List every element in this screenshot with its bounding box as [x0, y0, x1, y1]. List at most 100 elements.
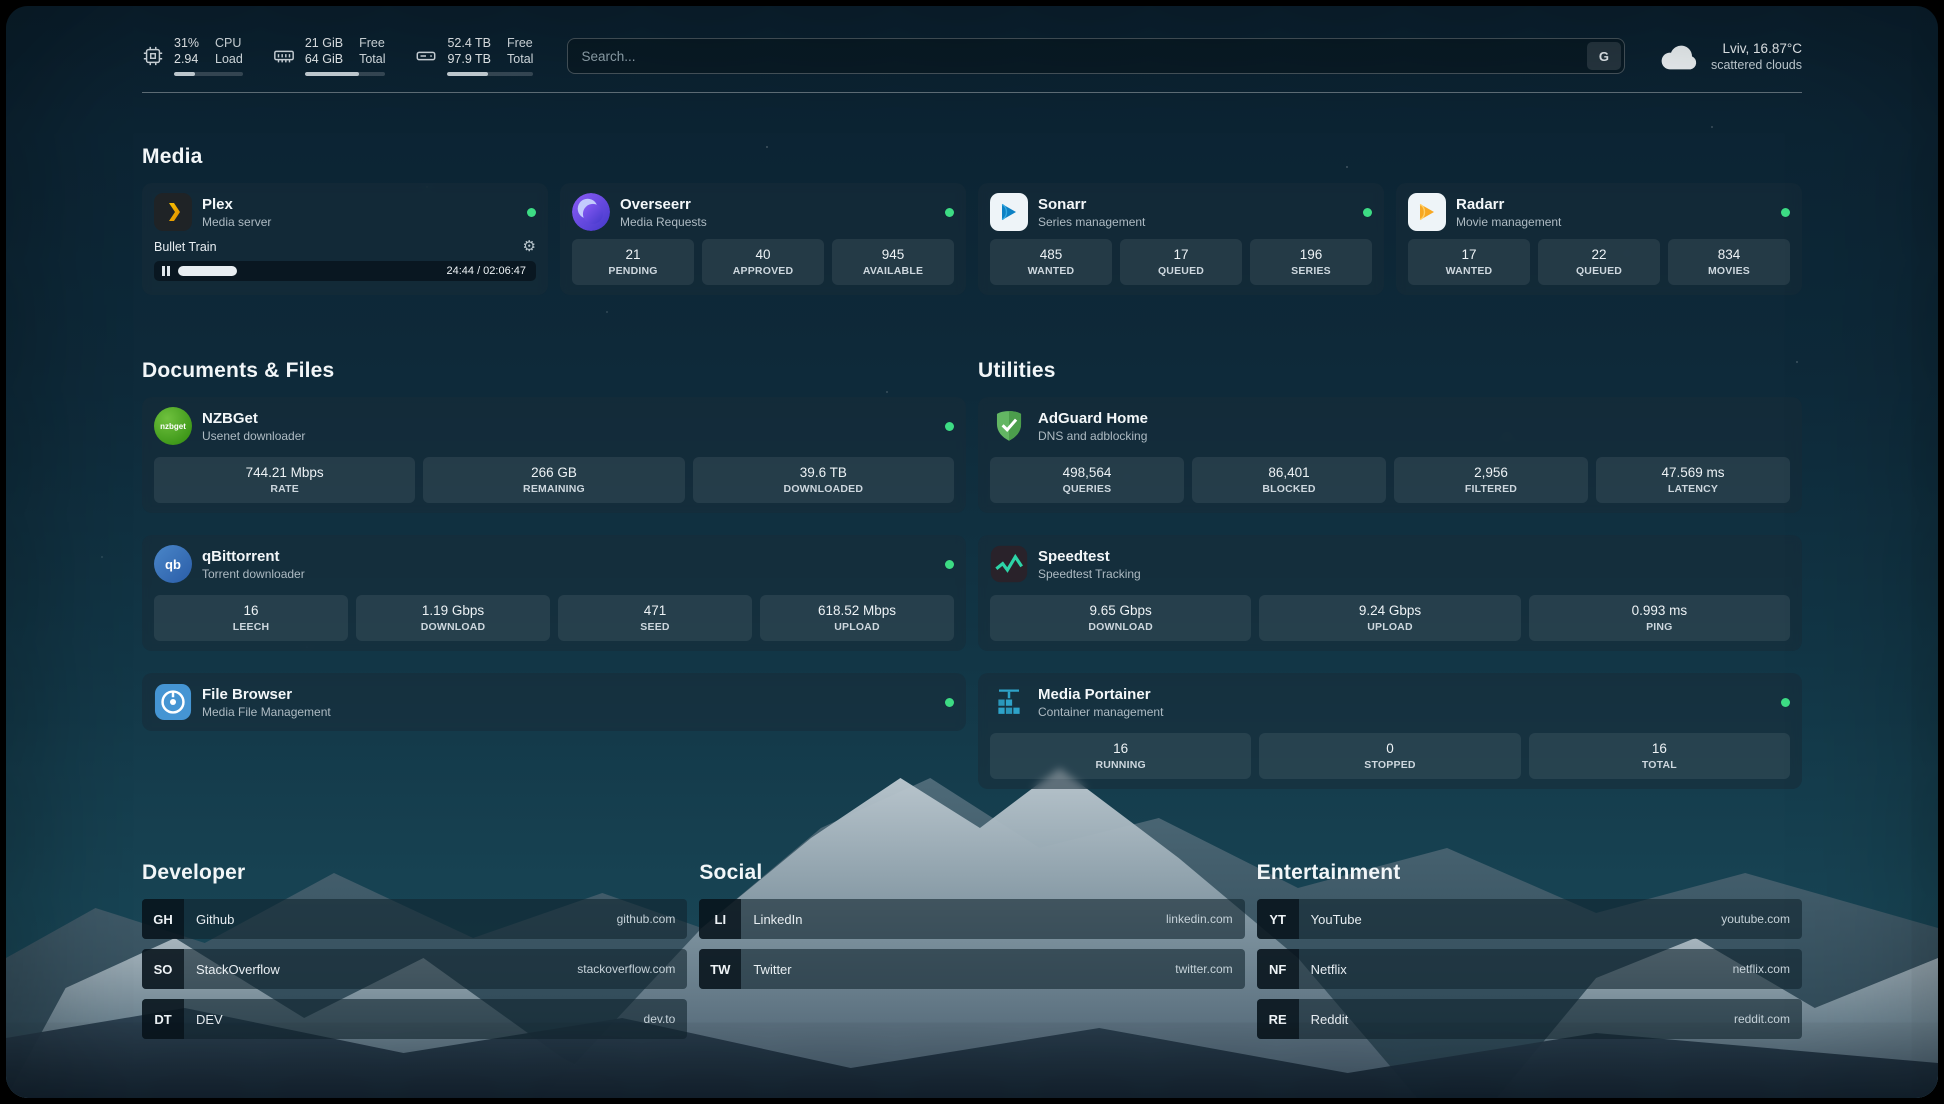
utilities-heading: Utilities [978, 359, 1802, 383]
stat-rate: 744.21 MbpsRATE [154, 457, 415, 503]
stat-leech: 16LEECH [154, 595, 348, 641]
qbittorrent-subtitle: Torrent downloader [202, 567, 305, 581]
speedtest-title: Speedtest [1038, 548, 1141, 565]
adguard-title: AdGuard Home [1038, 410, 1148, 427]
bookmark-name: DEV [196, 1012, 223, 1027]
media-heading: Media [142, 145, 1802, 169]
sonarr-card[interactable]: Sonarr Series management 485WANTED17QUEU… [978, 183, 1384, 295]
system-widgets: 31% 2.94 CPU Load [142, 36, 533, 76]
bookmark-abbr: LI [699, 899, 741, 939]
bookmark-youtube[interactable]: YTYouTubeyoutube.com [1257, 899, 1802, 939]
bookmark-url: dev.to [644, 1012, 676, 1026]
memory-progress-bar [305, 72, 386, 76]
memory-label-top: Free [359, 36, 385, 52]
cloud-icon [1659, 41, 1699, 71]
adguard-stats: 498,564QUERIES86,401BLOCKED2,956FILTERED… [990, 457, 1790, 503]
plex-card[interactable]: Plex Media server Bullet Train ⚙ 24:44 /… [142, 183, 548, 295]
filebrowser-subtitle: Media File Management [202, 705, 331, 719]
bookmark-name: StackOverflow [196, 962, 280, 977]
bookmark-abbr: YT [1257, 899, 1299, 939]
documents-section: Documents & Files nzbget NZBGet Usenet d… [142, 359, 966, 789]
social-group: Social LILinkedInlinkedin.comTWTwittertw… [699, 861, 1244, 1039]
radarr-subtitle: Movie management [1456, 215, 1561, 229]
stat-total: 16TOTAL [1529, 733, 1790, 779]
stat-wanted: 485WANTED [990, 239, 1112, 285]
adguard-card[interactable]: AdGuard Home DNS and adblocking 498,564Q… [978, 397, 1802, 513]
now-playing-title: Bullet Train [154, 240, 217, 254]
playback-time: 24:44 / 02:06:47 [446, 265, 526, 277]
playback-progress-bar[interactable]: 24:44 / 02:06:47 [154, 261, 536, 281]
utilities-section: Utilities AdGuard Home DNS and adblockin… [978, 359, 1802, 789]
qbittorrent-icon: qb [154, 545, 192, 583]
status-dot [945, 422, 954, 431]
stat-blocked: 86,401BLOCKED [1192, 457, 1386, 503]
cpu-label-top: CPU [215, 36, 243, 52]
bookmark-netflix[interactable]: NFNetflixnetflix.com [1257, 949, 1802, 989]
stat-filtered: 2,956FILTERED [1394, 457, 1588, 503]
stat-running: 16RUNNING [990, 733, 1251, 779]
adguard-subtitle: DNS and adblocking [1038, 429, 1148, 443]
overseerr-title: Overseerr [620, 196, 707, 213]
stat-movies: 834MOVIES [1668, 239, 1790, 285]
status-dot [1781, 208, 1790, 217]
stat-download: 9.65 GbpsDOWNLOAD [990, 595, 1251, 641]
bookmark-name: Twitter [753, 962, 791, 977]
bookmark-abbr: TW [699, 949, 741, 989]
sonarr-stats: 485WANTED17QUEUED196SERIES [990, 239, 1372, 285]
speedtest-card[interactable]: Speedtest Speedtest Tracking 9.65 GbpsDO… [978, 535, 1802, 651]
stat-upload: 9.24 GbpsUPLOAD [1259, 595, 1520, 641]
social-bookmarks: LILinkedInlinkedin.comTWTwittertwitter.c… [699, 899, 1244, 989]
search-provider-button[interactable]: G [1587, 42, 1621, 70]
stat-ping: 0.993 msPING [1529, 595, 1790, 641]
pause-icon[interactable] [162, 266, 170, 276]
overseerr-card[interactable]: Overseerr Media Requests 21PENDING40APPR… [560, 183, 966, 295]
sonarr-title: Sonarr [1038, 196, 1145, 213]
bookmark-twitter[interactable]: TWTwittertwitter.com [699, 949, 1244, 989]
weather-widget: Lviv, 16.87°C scattered clouds [1659, 41, 1802, 72]
bookmark-stackoverflow[interactable]: SO StackOverflow stackoverflow.com [142, 949, 687, 989]
bookmark-name: LinkedIn [753, 912, 802, 927]
cpu-label-bottom: Load [215, 52, 243, 68]
bookmark-dev[interactable]: DT DEV dev.to [142, 999, 687, 1039]
bookmark-linkedin[interactable]: LI LinkedIn linkedin.com [699, 899, 1244, 939]
qbittorrent-card[interactable]: qb qBittorrent Torrent downloader 16LEEC… [142, 535, 966, 651]
stat-pending: 21PENDING [572, 239, 694, 285]
gear-icon[interactable]: ⚙ [523, 239, 536, 254]
bookmark-url: stackoverflow.com [577, 962, 675, 976]
radarr-card[interactable]: Radarr Movie management 17WANTED22QUEUED… [1396, 183, 1802, 295]
filebrowser-card[interactable]: File Browser Media File Management [142, 673, 966, 731]
bookmark-url: netflix.com [1733, 962, 1790, 976]
media-section: Media Plex Media server [142, 145, 1802, 295]
bookmark-github[interactable]: GHGithubgithub.com [142, 899, 687, 939]
search-input[interactable] [571, 49, 1587, 64]
social-heading: Social [699, 861, 1244, 885]
stat-seed: 471SEED [558, 595, 752, 641]
filebrowser-title: File Browser [202, 686, 331, 703]
stat-queued: 17QUEUED [1120, 239, 1242, 285]
bookmark-url: github.com [617, 912, 676, 926]
radarr-title: Radarr [1456, 196, 1561, 213]
stat-remaining: 266 GBREMAINING [423, 457, 684, 503]
stat-upload: 618.52 MbpsUPLOAD [760, 595, 954, 641]
plex-title: Plex [202, 196, 271, 213]
overseerr-subtitle: Media Requests [620, 215, 707, 229]
cpu-widget: 31% 2.94 CPU Load [142, 36, 243, 76]
plex-icon [154, 193, 192, 231]
bookmark-name: Netflix [1311, 962, 1347, 977]
stat-series: 196SERIES [1250, 239, 1372, 285]
nzbget-stats: 744.21 MbpsRATE266 GBREMAINING39.6 TBDOW… [154, 457, 954, 503]
stat-latency: 47.569 msLATENCY [1596, 457, 1790, 503]
radarr-icon [1408, 193, 1446, 231]
status-dot [1781, 698, 1790, 707]
disk-icon [415, 45, 437, 67]
bookmark-abbr: DT [142, 999, 184, 1039]
bookmark-abbr: SO [142, 949, 184, 989]
bookmark-abbr: GH [142, 899, 184, 939]
entertainment-bookmarks: YTYouTubeyoutube.comNFNetflixnetflix.com… [1257, 899, 1802, 1039]
bookmark-reddit[interactable]: RERedditreddit.com [1257, 999, 1802, 1039]
qbittorrent-stats: 16LEECH1.19 GbpsDOWNLOAD471SEED618.52 Mb… [154, 595, 954, 641]
portainer-card[interactable]: Media Portainer Container management 16R… [978, 673, 1802, 789]
nzbget-card[interactable]: nzbget NZBGet Usenet downloader 744.21 M… [142, 397, 966, 513]
weather-condition: scattered clouds [1711, 58, 1802, 72]
bookmark-url: linkedin.com [1166, 912, 1233, 926]
